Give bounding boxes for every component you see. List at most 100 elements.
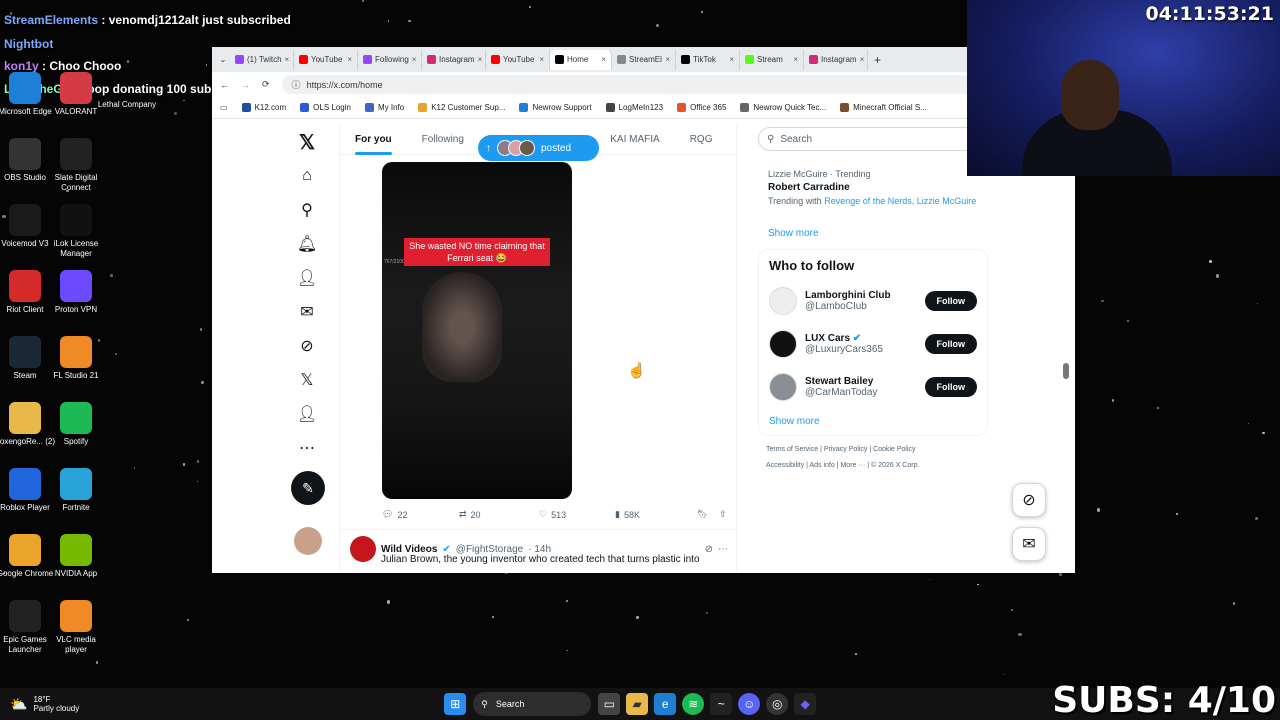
back-icon[interactable]: ←	[220, 80, 229, 90]
follow-suggestion[interactable]: Stewart Bailey @CarManToday Follow	[769, 365, 977, 408]
post-author-name[interactable]: Wild Videos	[381, 544, 437, 555]
bookmark-item[interactable]: OLS Login	[300, 103, 351, 112]
messages-fab[interactable]: ✉	[1012, 527, 1046, 561]
tab-close-icon[interactable]: ×	[860, 55, 865, 64]
grok-fab[interactable]: ⊘	[1012, 483, 1046, 517]
feed-tab[interactable]: Following	[407, 125, 479, 155]
tab-close-icon[interactable]: ×	[347, 55, 352, 64]
search-icon[interactable]: ⚲	[287, 193, 327, 227]
tab-close-icon[interactable]: ×	[285, 55, 290, 64]
footer-link[interactable]: Cookie Policy	[873, 446, 915, 453]
start-icon[interactable]: ⊞	[444, 693, 467, 715]
desktop-icon-valorant[interactable]: VALORANT	[45, 72, 107, 117]
browser-tab[interactable]: Instagram ×	[422, 49, 486, 70]
profile-icon[interactable]: 👤︎	[287, 397, 327, 431]
tab-close-icon[interactable]: ×	[601, 55, 606, 64]
follow-suggestion[interactable]: Lamborghini Club @LamboCIub Follow	[769, 279, 977, 322]
account-handle[interactable]: @LamboCIub	[805, 301, 891, 312]
desktop-icon-flstudio[interactable]: FL Studio 21	[45, 336, 107, 381]
premium-x-icon[interactable]: 𝕏	[287, 363, 327, 397]
share-icon[interactable]: ⇧	[719, 509, 727, 520]
trend-item[interactable]: Lizzie McGuire · Trending Robert Carradi…	[758, 151, 988, 239]
compose-post-button[interactable]: ✎	[291, 471, 325, 505]
footer-link[interactable]: Accessibility	[766, 462, 804, 469]
spotify-icon[interactable]: ≋	[682, 693, 705, 715]
trends-show-more[interactable]: Show more	[768, 228, 978, 239]
site-info-icon[interactable]: ⓘ	[292, 78, 301, 91]
tab-close-icon[interactable]: ×	[793, 55, 798, 64]
footer-link[interactable]: More ···	[840, 462, 865, 469]
search-field[interactable]: ⚲ Search	[758, 127, 988, 151]
follow-button[interactable]: Follow	[924, 376, 977, 397]
account-avatar[interactable]	[769, 372, 797, 401]
browser-tab[interactable]: StreamEl ×	[612, 49, 676, 70]
repost-button[interactable]: ⇄ 20	[459, 509, 539, 520]
browser-tab[interactable]: Stream ×	[740, 49, 804, 70]
address-bar[interactable]: ⓘ https://x.com/home ☆	[281, 75, 1029, 94]
account-avatar[interactable]	[769, 286, 797, 315]
bookmark-item[interactable]: K12.com	[241, 103, 286, 112]
browser-tab[interactable]: Following ×	[358, 49, 422, 70]
follow-button[interactable]: Follow	[924, 333, 977, 354]
like-button[interactable]: ♡ 513	[539, 509, 615, 520]
desktop-icon-ilok[interactable]: iLok License Manager	[45, 204, 107, 259]
voicemod-icon[interactable]: ~	[710, 693, 733, 715]
app-icon[interactable]: ◆	[794, 693, 817, 715]
file-explorer-icon[interactable]: ▰	[626, 693, 649, 715]
tab-close-icon[interactable]: ×	[729, 55, 734, 64]
messages-icon[interactable]: ✉	[287, 295, 327, 329]
desktop-icon-slate[interactable]: Slate Digital Connect	[45, 138, 107, 193]
bookmarks-folder-icon[interactable]: ▭	[220, 103, 228, 112]
grok-icon[interactable]: ⊘	[705, 544, 713, 555]
follow-people-icon[interactable]: 👤︎	[287, 261, 327, 295]
reply-button[interactable]: 💬︎ 22	[382, 509, 459, 520]
bookmark-item[interactable]: Newrow Support	[519, 103, 592, 112]
taskbar-search[interactable]: ⚲ Search	[473, 692, 592, 716]
account-handle[interactable]: @LuxuryCars365	[805, 344, 883, 355]
tab-close-icon[interactable]: ×	[478, 55, 483, 64]
account-avatar[interactable]	[769, 329, 797, 358]
feed-tab[interactable]: RQG	[675, 125, 728, 155]
post-video[interactable]: 767/21000 She wasted NO time claiming th…	[382, 162, 572, 499]
post-wild-videos[interactable]: Wild Videos ✔ @FightStorage · 14h ⊘ ⋯ Ju…	[340, 529, 738, 571]
more-icon[interactable]: ⋯	[287, 431, 327, 465]
bookmark-item[interactable]: K12 Customer Sup...	[418, 103, 505, 112]
bookmark-item[interactable]: My Info	[364, 103, 404, 112]
footer-link[interactable]: Privacy Policy	[824, 446, 868, 453]
follow-suggestion[interactable]: LUX Cars ✔ @LuxuryCars365 Follow	[769, 322, 977, 365]
desktop-icon-vlc[interactable]: VLC media player	[45, 600, 107, 655]
footer-link[interactable]: Terms of Service	[766, 446, 818, 453]
browser-tab[interactable]: (1) Twitch ×	[230, 49, 294, 70]
discord-icon[interactable]: ☺	[738, 693, 761, 715]
post-time[interactable]: · 14h	[528, 544, 551, 555]
post-author-avatar[interactable]	[350, 536, 376, 562]
account-handle[interactable]: @CarManToday	[805, 387, 877, 398]
desktop-icon-proton[interactable]: Proton VPN	[45, 270, 107, 315]
feed-tab[interactable]: KAI MAFIA	[595, 125, 674, 155]
browser-tab[interactable]: TikTok ×	[676, 49, 740, 70]
footer-link[interactable]: Ads info	[809, 462, 834, 469]
tab-close-icon[interactable]: ×	[412, 55, 417, 64]
views-button[interactable]: ▮ 58K	[615, 509, 697, 520]
account-name[interactable]: Lamborghini Club	[805, 290, 891, 301]
x-logo-icon[interactable]: 𝕏	[287, 125, 327, 159]
browser-tab[interactable]: Home ×	[550, 49, 612, 70]
desktop-icon-nvidia[interactable]: NVIDIA App	[45, 534, 107, 579]
post-author-handle[interactable]: @FightStorage	[456, 544, 523, 555]
desktop-icon-spotify[interactable]: Spotify	[45, 402, 107, 447]
browser-tab[interactable]: Instagram ×	[804, 49, 868, 70]
who-to-follow-show-more[interactable]: Show more	[769, 416, 977, 427]
bookmark-item[interactable]: Newrow Quick Tec...	[740, 103, 826, 112]
follow-button[interactable]: Follow	[924, 290, 977, 311]
new-tab-button[interactable]: +	[874, 53, 881, 67]
reload-icon[interactable]: ⟳	[262, 79, 270, 90]
desktop-icon-fortnite[interactable]: Fortnite	[45, 468, 107, 513]
account-avatar[interactable]	[294, 527, 322, 555]
bookmark-item[interactable]: Office 365	[677, 103, 726, 112]
trend-with-links[interactable]: Revenge of the Nerds, Lizzie McGuire	[824, 196, 976, 206]
account-name[interactable]: Stewart Bailey	[805, 376, 873, 387]
browser-tab[interactable]: YouTube ×	[486, 49, 550, 70]
tab-close-icon[interactable]: ×	[665, 55, 670, 64]
post-more-icon[interactable]: ⋯	[718, 544, 728, 555]
browser-tab[interactable]: YouTube ×	[294, 49, 358, 70]
